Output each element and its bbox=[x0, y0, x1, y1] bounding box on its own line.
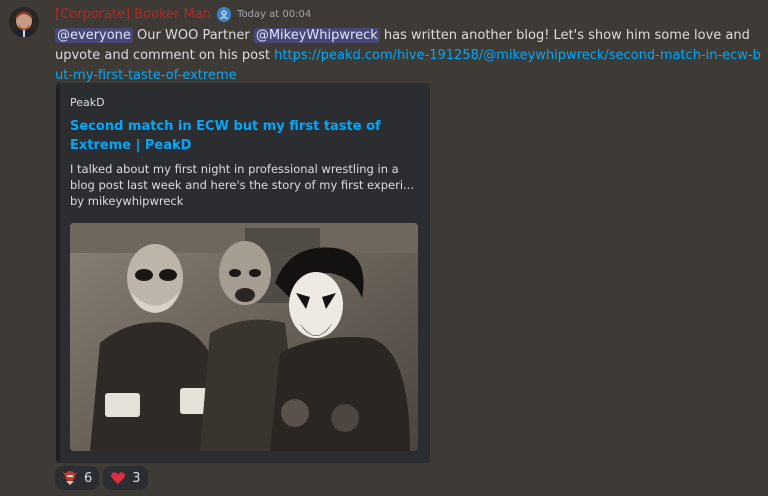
wrestler-emoji-icon bbox=[62, 470, 78, 486]
message-body: @everyone Our WOO Partner @MikeyWhipwrec… bbox=[55, 26, 763, 86]
role-badge-icon[interactable] bbox=[217, 7, 232, 22]
embed-title[interactable]: Second match in ECW but my first taste o… bbox=[70, 117, 400, 155]
chat-message: [Corporate] Booker Man Today at 00:04 @e… bbox=[0, 0, 768, 496]
reaction-count: 6 bbox=[84, 470, 93, 486]
mention-everyone[interactable]: @everyone bbox=[55, 28, 133, 43]
embed-image[interactable] bbox=[70, 223, 418, 451]
user-avatar[interactable] bbox=[9, 7, 39, 37]
reaction-heart[interactable]: 3 bbox=[103, 466, 148, 490]
link-embed: PeakD Second match in ECW but my first t… bbox=[56, 83, 430, 463]
embed-description: I talked about my first night in profess… bbox=[70, 162, 414, 208]
message-header: [Corporate] Booker Man Today at 00:04 bbox=[55, 5, 762, 23]
avatar-image bbox=[9, 7, 39, 37]
author-name[interactable]: [Corporate] Booker Man bbox=[55, 7, 211, 22]
heart-emoji-icon bbox=[110, 470, 126, 486]
message-content: [Corporate] Booker Man Today at 00:04 @e… bbox=[55, 5, 762, 86]
mention-user[interactable]: @MikeyWhipwreck bbox=[253, 28, 380, 43]
message-text-part1: Our WOO Partner bbox=[132, 28, 254, 43]
embed-provider[interactable]: PeakD bbox=[70, 96, 105, 109]
reaction-wrestler[interactable]: 6 bbox=[55, 466, 100, 490]
reactions-bar: 6 3 bbox=[55, 466, 148, 490]
message-timestamp: Today at 00:04 bbox=[237, 8, 312, 20]
wrestlers-photo bbox=[70, 223, 418, 451]
reaction-count: 3 bbox=[132, 470, 141, 486]
